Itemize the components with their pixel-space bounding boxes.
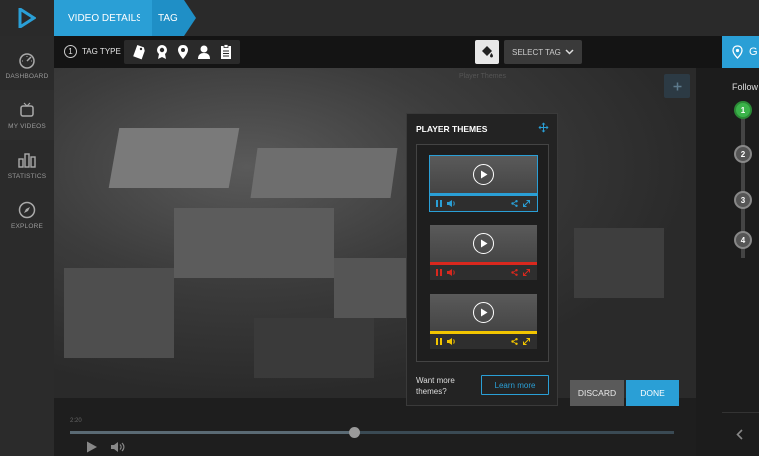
want-more-text: Want more themes?: [416, 376, 455, 396]
current-time: 2:20: [70, 418, 82, 424]
breadcrumb-tag[interactable]: TAG: [152, 0, 184, 36]
sidebar-item-my-videos[interactable]: MY VIDEOS: [0, 90, 54, 140]
guide-follow-text: Follow: [732, 82, 759, 92]
bar-chart-icon: [18, 152, 36, 168]
guide-header: G: [722, 36, 759, 68]
learn-more-button[interactable]: Learn more: [481, 375, 549, 395]
theme-control-bar: [430, 334, 537, 349]
seek-bar-fill: [70, 431, 354, 434]
plus-icon: [673, 82, 681, 90]
discard-button[interactable]: DISCARD: [570, 380, 624, 406]
select-tag-dropdown[interactable]: SELECT TAG: [504, 40, 582, 64]
sidebar-item-explore[interactable]: EXPLORE: [0, 190, 54, 240]
breadcrumb-video-details[interactable]: VIDEO DETAILS: [54, 0, 152, 36]
guide-title: G: [749, 46, 758, 58]
play-logo-icon: [18, 8, 36, 28]
breadcrumb-arrow: [184, 0, 196, 36]
app-window: VIDEO DETAILS TAG DASHBOARD MY VIDEOS ST…: [0, 0, 759, 456]
seek-bar[interactable]: [70, 431, 674, 434]
guide-step[interactable]: 3: [734, 191, 752, 209]
location-pin-icon[interactable]: [177, 44, 189, 60]
sidebar-item-label: DASHBOARD: [5, 72, 49, 80]
done-button[interactable]: DONE: [626, 380, 679, 406]
play-icon: [473, 164, 494, 185]
video-canvas[interactable]: Player Themes: [54, 68, 696, 398]
breadcrumb-label: TAG: [158, 12, 178, 24]
tag-type-label: TAG TYPE: [82, 47, 121, 56]
tv-icon: [20, 102, 34, 117]
select-tag-label: SELECT TAG: [512, 47, 561, 57]
fullscreen-icon: [523, 338, 530, 345]
guide-panel: G Follow 1 2 3 4: [722, 36, 759, 456]
dashboard-icon: [19, 52, 35, 69]
themes-list: [416, 144, 549, 362]
play-icon: [473, 302, 494, 323]
chevron-down-icon: [565, 49, 574, 55]
badge-icon[interactable]: [155, 44, 169, 60]
move-icon[interactable]: [538, 122, 549, 133]
video-scene-building: [574, 228, 664, 298]
pause-icon: [436, 269, 442, 276]
volume-icon: [447, 269, 455, 276]
paint-bucket-icon: [482, 46, 493, 58]
volume-icon[interactable]: [110, 441, 126, 453]
step-number: 1: [64, 45, 77, 58]
chevron-left-icon[interactable]: [736, 429, 743, 440]
sidebar: DASHBOARD MY VIDEOS STATISTICS EXPLORE: [0, 36, 54, 456]
sidebar-item-dashboard[interactable]: DASHBOARD: [0, 40, 54, 90]
share-icon: [511, 269, 518, 276]
fullscreen-icon: [523, 269, 530, 276]
share-icon: [511, 200, 518, 207]
price-tag-icon[interactable]: [132, 44, 146, 60]
video-caption: Player Themes: [459, 73, 506, 80]
video-scene-building: [254, 318, 374, 378]
sidebar-item-label: MY VIDEOS: [8, 122, 46, 130]
fullscreen-icon: [523, 200, 530, 207]
guide-step[interactable]: 1: [734, 101, 752, 119]
player-themes-panel: PLAYER THEMES Want more themes? Learn mo…: [406, 113, 558, 406]
video-scene-building: [334, 258, 414, 318]
paint-bucket-button[interactable]: [475, 40, 499, 64]
person-icon[interactable]: [197, 44, 211, 60]
theme-option-red[interactable]: [430, 225, 537, 280]
video-scene-building: [174, 208, 334, 278]
logo[interactable]: [0, 0, 54, 36]
theme-control-bar: [430, 265, 537, 280]
pause-icon: [436, 338, 442, 345]
clipboard-icon[interactable]: [220, 44, 232, 60]
tag-toolbar: 1 TAG TYPE SELECT TAG: [54, 36, 722, 68]
breadcrumb-arrow: [140, 0, 152, 36]
top-bar: VIDEO DETAILS TAG: [0, 0, 759, 36]
play-icon[interactable]: [86, 441, 98, 453]
theme-option-yellow[interactable]: [430, 294, 537, 349]
guide-footer: [722, 412, 759, 456]
theme-option-blue[interactable]: [429, 155, 538, 212]
play-icon: [473, 233, 494, 254]
sidebar-item-statistics[interactable]: STATISTICS: [0, 140, 54, 190]
guide-step[interactable]: 4: [734, 231, 752, 249]
share-icon: [511, 338, 518, 345]
sidebar-item-label: EXPLORE: [10, 222, 44, 230]
player-controls: 2:20: [54, 398, 696, 456]
volume-icon: [447, 200, 455, 207]
panel-title: PLAYER THEMES: [416, 124, 488, 134]
breadcrumb-label: VIDEO DETAILS: [68, 12, 143, 24]
location-pin-icon: [732, 45, 743, 59]
seek-handle[interactable]: [349, 427, 360, 438]
theme-control-bar: [430, 196, 537, 211]
guide-step[interactable]: 2: [734, 145, 752, 163]
video-scene-building: [64, 268, 174, 358]
compass-icon: [18, 201, 36, 218]
add-tag-button[interactable]: [664, 74, 690, 98]
video-scene-building: [108, 128, 240, 188]
video-scene-building: [250, 148, 398, 198]
tag-type-selector: [124, 40, 240, 64]
volume-icon: [447, 338, 455, 345]
sidebar-item-label: STATISTICS: [7, 172, 47, 180]
pause-icon: [436, 200, 442, 207]
